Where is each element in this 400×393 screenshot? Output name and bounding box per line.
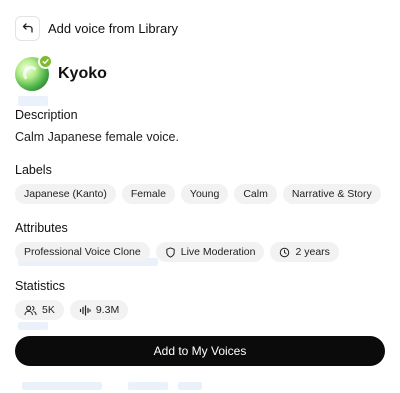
attributes-heading: Attributes xyxy=(15,221,68,235)
header: Add voice from Library xyxy=(15,15,385,41)
background-ghost-text xyxy=(128,382,168,390)
attribute-label: Live Moderation xyxy=(180,246,256,258)
voice-identity: Kyoko xyxy=(15,54,107,91)
attribute-label: Professional Voice Clone xyxy=(24,246,141,258)
avatar xyxy=(15,54,53,91)
label-chip: Female xyxy=(121,184,175,204)
label-chip: Young xyxy=(180,184,229,204)
shield-icon xyxy=(166,246,175,258)
background-ghost-text xyxy=(178,382,202,390)
labels-list: Japanese (Kanto) Female Young Calm Narra… xyxy=(15,184,385,204)
statistics-heading: Statistics xyxy=(15,279,66,293)
label-chip: Japanese (Kanto) xyxy=(15,184,116,204)
attributes-list: Professional Voice Clone Live Moderation… xyxy=(15,242,385,262)
background-ghost-text xyxy=(18,96,48,106)
attribute-label: 2 years xyxy=(295,246,330,258)
back-arrow-icon xyxy=(22,23,33,33)
clock-icon xyxy=(280,247,290,257)
background-ghost-text xyxy=(18,322,48,330)
back-button[interactable] xyxy=(15,15,40,41)
page-title: Add voice from Library xyxy=(48,20,179,36)
voice-name: Kyoko xyxy=(58,65,107,82)
attribute-chip: Professional Voice Clone xyxy=(15,242,150,262)
plays-stat-value: 9.3M xyxy=(95,304,120,316)
statistics-list: 5K 9.3M xyxy=(15,300,385,320)
description-text: Calm Japanese female voice. xyxy=(15,130,179,144)
waveform-icon xyxy=(79,304,91,316)
labels-heading: Labels xyxy=(15,163,52,177)
attribute-chip: 2 years xyxy=(270,242,339,262)
verified-badge-icon xyxy=(38,54,53,69)
description-heading: Description xyxy=(15,108,78,122)
add-to-my-voices-button[interactable]: Add to My Voices xyxy=(15,336,385,366)
users-icon xyxy=(24,305,37,315)
background-ghost-text xyxy=(22,382,102,390)
users-stat: 5K xyxy=(15,300,64,320)
label-chip: Narrative & Story xyxy=(282,184,381,204)
users-stat-value: 5K xyxy=(42,304,55,316)
attribute-chip: Live Moderation xyxy=(155,242,265,262)
avatar-swirl xyxy=(23,66,39,82)
label-chip: Calm xyxy=(234,184,277,204)
plays-stat: 9.3M xyxy=(69,300,129,320)
